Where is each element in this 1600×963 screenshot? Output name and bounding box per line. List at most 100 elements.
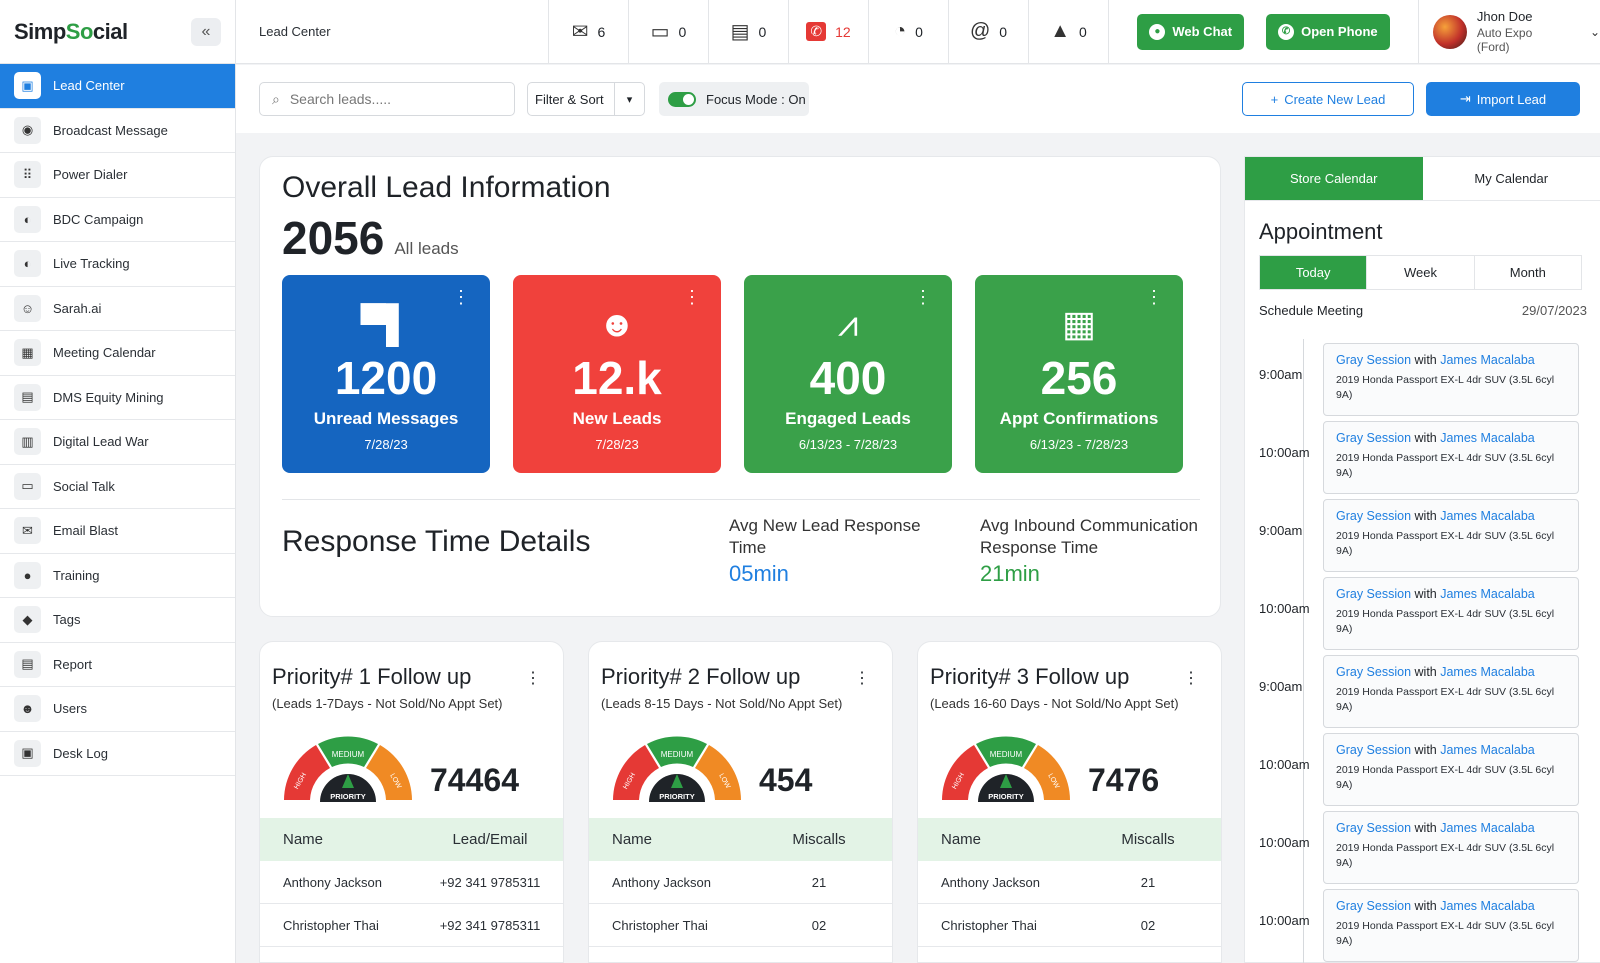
chat-flag-icon: ▀▌ [360, 303, 412, 344]
range-week-button[interactable]: Week [1367, 256, 1475, 289]
schedule-meeting-label[interactable]: Schedule Meeting [1259, 303, 1363, 318]
customer-link[interactable]: James Macalaba [1440, 587, 1535, 601]
app-logo[interactable]: SimpSocial [14, 19, 128, 45]
avg-inbound-label: Avg Inbound Communication Response Time [980, 516, 1198, 557]
gauge-center-label: PRIORITY [659, 792, 694, 801]
appointment-time: 10:00am [1259, 757, 1310, 772]
open-phone-button[interactable]: ✆ Open Phone [1266, 13, 1390, 50]
appointment-card[interactable]: Gray Session with James Macalaba 2019 Hon… [1323, 655, 1579, 728]
column-header-miscalls: Miscalls [792, 831, 846, 848]
customer-link[interactable]: James Macalaba [1440, 743, 1535, 757]
appointment-card[interactable]: Gray Session with James Macalaba 2019 Hon… [1323, 577, 1579, 650]
stat-card-appt-confirmations[interactable]: ⋮ ▦ 256 Appt Confirmations 6/13/23 - 7/2… [975, 275, 1183, 473]
customer-link[interactable]: James Macalaba [1440, 431, 1535, 445]
table-row[interactable]: Anthony Jackson 21 [589, 861, 892, 904]
reminder-counter[interactable]: ◔ 0 [868, 0, 948, 64]
user-profile-menu[interactable]: Jhon Doe Auto Expo (Ford) ⌄ [1418, 0, 1600, 64]
appointment-heading: Gray Session with James Macalaba [1336, 665, 1566, 679]
sidebar-item-label: Lead Center [53, 78, 125, 94]
session-link[interactable]: Gray Session [1336, 587, 1411, 601]
session-link[interactable]: Gray Session [1336, 821, 1411, 835]
sidebar-item-users[interactable]: ☻ Users [0, 687, 235, 732]
session-link[interactable]: Gray Session [1336, 353, 1411, 367]
session-link[interactable]: Gray Session [1336, 743, 1411, 757]
sidebar-item-bdc-campaign[interactable]: ◐ BDC Campaign [0, 198, 235, 242]
stat-date: 6/13/23 - 7/28/23 [798, 437, 898, 452]
create-new-lead-button[interactable]: + Create New Lead [1242, 82, 1414, 116]
sidebar-item-meeting-calendar[interactable]: ▦ Meeting Calendar [0, 331, 235, 376]
calendar-icon: ▦ [14, 339, 41, 367]
customer-link[interactable]: James Macalaba [1440, 665, 1535, 679]
sidebar-item-report[interactable]: ▤ Report [0, 643, 235, 687]
session-link[interactable]: Gray Session [1336, 509, 1411, 523]
appointment-card[interactable]: Gray Session with James Macalaba 2019 Hon… [1323, 811, 1579, 884]
priority-gauge: MEDIUM HIGH LOW PRIORITY [284, 736, 412, 802]
table-row[interactable]: Christopher Thai 02 [589, 904, 892, 947]
appointment-card[interactable]: Gray Session with James Macalaba 2019 Hon… [1323, 421, 1579, 494]
more-options-icon[interactable]: ⋮ [1145, 288, 1163, 306]
search-icon: ⌕ [272, 90, 280, 107]
appointment-card[interactable]: Gray Session with James Macalaba 2019 Hon… [1323, 733, 1579, 806]
appointment-card[interactable]: Gray Session with James Macalaba 2019 Hon… [1323, 343, 1579, 416]
unread-email-counter[interactable]: ✉ 6 [548, 0, 628, 64]
table-row[interactable]: Anthony Jackson 21 [918, 861, 1221, 904]
sidebar-item-social-talk[interactable]: ▭ Social Talk [0, 465, 235, 509]
table-header: Name Miscalls [589, 818, 892, 861]
voicemail-counter[interactable]: ▭ 0 [628, 0, 708, 64]
table-row[interactable]: Christopher Thai +92 341 9785311 [260, 904, 563, 947]
sidebar-item-digital-lead-war[interactable]: ▥ Digital Lead War [0, 420, 235, 465]
stat-card-new-leads[interactable]: ⋮ ☻ 12.k New Leads 7/28/23 [513, 275, 721, 473]
session-link[interactable]: Gray Session [1336, 431, 1411, 445]
customer-link[interactable]: James Macalaba [1440, 509, 1535, 523]
missed-call-counter[interactable]: ✆ 12 [788, 0, 868, 64]
sidebar-item-desk-log[interactable]: ▣ Desk Log [0, 732, 235, 776]
sms-counter[interactable]: ▤ 0 [708, 0, 788, 64]
session-link[interactable]: Gray Session [1336, 665, 1411, 679]
mention-counter[interactable]: @0 [948, 0, 1028, 64]
appointment-card[interactable]: Gray Session with James Macalaba 2019 Hon… [1323, 889, 1579, 962]
more-options-icon[interactable]: ⋮ [854, 668, 870, 688]
collapse-sidebar-button[interactable]: « [191, 17, 221, 46]
more-options-icon[interactable]: ⋮ [525, 668, 541, 688]
stat-card-unread-messages[interactable]: ⋮ ▀▌ 1200 Unread Messages 7/28/23 [282, 275, 490, 473]
customer-link[interactable]: James Macalaba [1440, 899, 1535, 913]
table-row[interactable]: Anthony Jackson +92 341 9785311 [260, 861, 563, 904]
customer-link[interactable]: James Macalaba [1440, 821, 1535, 835]
sidebar-item-dms-equity-mining[interactable]: ▤ DMS Equity Mining [0, 376, 235, 420]
more-options-icon[interactable]: ⋮ [683, 288, 701, 306]
appointment-card[interactable]: Gray Session with James Macalaba 2019 Hon… [1323, 499, 1579, 572]
sidebar-item-sarah-ai[interactable]: ☺ Sarah.ai [0, 287, 235, 331]
session-link[interactable]: Gray Session [1336, 899, 1411, 913]
tab-my-calendar[interactable]: My Calendar [1422, 157, 1600, 201]
notification-counter[interactable]: ▲ 0 [1028, 0, 1108, 64]
customer-link[interactable]: James Macalaba [1440, 353, 1535, 367]
lead-name: Anthony Jackson [283, 874, 383, 890]
appointment-time: 10:00am [1259, 445, 1310, 460]
import-lead-button[interactable]: ⇥ Import Lead [1426, 82, 1580, 116]
sidebar-item-lead-center[interactable]: ▣ Lead Center [0, 64, 235, 109]
tab-store-calendar[interactable]: Store Calendar [1245, 157, 1423, 201]
document-icon: ▤ [14, 383, 41, 411]
sidebar-item-training[interactable]: ● Training [0, 554, 235, 598]
calendar-tabs: Store Calendar My Calendar [1245, 157, 1600, 201]
lead-name: Christopher Thai [612, 917, 708, 933]
sidebar-item-live-tracking[interactable]: ◐ Live Tracking [0, 242, 235, 287]
sidebar-item-email-blast[interactable]: ✉ Email Blast [0, 509, 235, 554]
stat-card-engaged-leads[interactable]: ⋮ ⩘ 400 Engaged Leads 6/13/23 - 7/28/23 [744, 275, 952, 473]
user-filter-icon: ☻ [598, 303, 636, 344]
web-chat-button[interactable]: ● Web Chat [1137, 13, 1245, 50]
focus-mode-toggle[interactable]: Focus Mode : On [659, 82, 809, 116]
filter-sort-dropdown[interactable]: Filter & Sort ▾ [527, 82, 645, 116]
vehicle-description: 2019 Honda Passport EX-L 4dr SUV (3.5L 6… [1336, 452, 1555, 479]
range-month-button[interactable]: Month [1475, 256, 1581, 289]
sidebar-item-tags[interactable]: ◆ Tags [0, 598, 235, 643]
range-today-button[interactable]: Today [1260, 256, 1368, 289]
more-options-icon[interactable]: ⋮ [914, 288, 932, 306]
sidebar-item-broadcast-message[interactable]: ◉ Broadcast Message [0, 109, 235, 153]
more-options-icon[interactable]: ⋮ [452, 288, 470, 306]
search-input[interactable] [289, 91, 490, 107]
toggle-switch[interactable] [668, 91, 696, 107]
more-options-icon[interactable]: ⋮ [1183, 668, 1199, 688]
table-row[interactable]: Christopher Thai 02 [918, 904, 1221, 947]
sidebar-item-power-dialer[interactable]: ⠿ Power Dialer [0, 153, 235, 198]
